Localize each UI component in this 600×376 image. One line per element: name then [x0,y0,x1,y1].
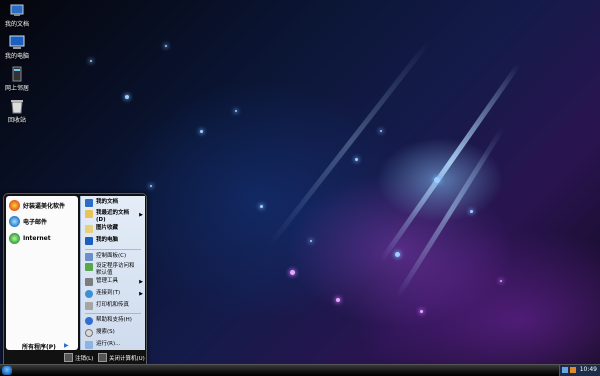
chevron-right-icon: ▶ [139,291,143,297]
pinned-item-label: 电子邮件 [23,219,48,226]
network-tray-icon[interactable] [562,367,568,373]
pinned-item-label: Internet [23,235,51,242]
places-item-label: 管理工具 [96,278,119,284]
places-item-label: 运行(R)... [96,341,121,347]
volume-tray-icon[interactable] [570,367,576,373]
start-menu-places-pane: 我的文档 我最近的文档(D) ▶ 图片收藏 我的电脑 控制面板(C) 设定程序访… [80,196,145,350]
places-item-search[interactable]: 搜索(S) [85,329,115,337]
network-places-icon [9,66,25,82]
star-dot [200,130,203,133]
places-item-label: 设定程序访问和默认值 [96,263,135,276]
places-item-connect-to[interactable]: 连接到(T) [85,290,120,298]
menu-separator [85,313,141,314]
control-panel-icon [85,253,93,261]
shutdown-button[interactable]: 关闭计算机(U) [98,353,145,362]
my-pictures-icon [85,225,93,233]
my-documents-icon [9,2,25,18]
email-icon [9,216,20,227]
star-dot [395,252,400,257]
start-menu-footer: 注销(L) 关闭计算机(U) [4,352,146,364]
power-icon [98,353,107,362]
places-item-label: 打印机和传真 [96,302,130,308]
light-streak [379,62,521,263]
system-tray: 10:49 [559,365,600,376]
desktop-icon-label: 回收站 [7,117,26,124]
places-item-my-pictures[interactable]: 图片收藏 [85,225,118,233]
places-item-label: 我的电脑 [96,237,119,243]
logoff-icon [64,353,73,362]
star-dot [290,270,295,275]
all-programs-button[interactable]: 所有程序(P) [22,342,56,351]
pinned-item-beautify[interactable]: 好装逼美化软件 [9,200,65,211]
desktop-icon-recycle-bin[interactable]: 回收站 [0,98,34,124]
places-item-recent-documents[interactable]: 我最近的文档(D) [85,210,141,223]
search-icon [85,329,93,337]
recent-documents-icon [85,210,93,218]
internet-icon [9,233,20,244]
recycle-bin-icon [9,98,25,114]
my-computer-icon [9,34,25,50]
taskbar: 10:49 [0,364,600,376]
star-dot [336,298,340,302]
logoff-label: 注销(L) [75,355,94,362]
light-streak [267,38,433,247]
places-item-help[interactable]: 帮助和支持(H) [85,317,132,325]
help-icon [85,317,93,325]
places-item-my-documents[interactable]: 我的文档 [85,199,118,207]
star-dot [165,45,167,47]
places-item-label: 控制面板(C) [96,253,127,259]
my-computer-icon [85,237,93,245]
star-dot [420,310,423,313]
chevron-right-icon: ▶ [139,212,143,218]
places-item-program-defaults[interactable]: 设定程序访问和默认值 [85,263,141,276]
program-defaults-icon [85,263,93,271]
menu-separator [85,249,141,250]
pinned-item-email[interactable]: 电子邮件 [9,216,47,227]
places-item-control-panel[interactable]: 控制面板(C) [85,253,126,261]
places-item-label: 帮助和支持(H) [96,317,132,323]
star-dot [90,60,92,62]
desktop-icon-my-documents[interactable]: 我的文档 [0,2,34,28]
printers-icon [85,302,93,310]
star-dot [150,185,152,187]
run-icon [85,341,93,349]
star-dot [500,280,502,282]
shutdown-label: 关闭计算机(U) [109,355,145,362]
places-item-printers[interactable]: 打印机和传真 [85,302,129,310]
places-item-label: 我的文档 [96,199,119,205]
my-documents-icon [85,199,93,207]
star-dot [310,240,312,242]
chevron-right-icon: ▶ [64,342,69,349]
places-item-admin-tools[interactable]: 管理工具 [85,278,118,286]
places-item-label: 图片收藏 [96,225,119,231]
places-item-run[interactable]: 运行(R)... [85,341,120,349]
star-dot [380,130,382,132]
places-item-label: 我最近的文档(D) [96,210,130,223]
start-menu: 好装逼美化软件 电子邮件 Internet 所有程序(P) ▶ 我的文档 我最近… [3,193,147,365]
star-dot [434,177,440,183]
places-item-label: 连接到(T) [96,290,121,296]
pinned-item-label: 好装逼美化软件 [23,203,66,210]
desktop-icon-network-places[interactable]: 网上邻居 [0,66,34,92]
connect-to-icon [85,290,93,298]
pinned-item-internet[interactable]: Internet [9,233,51,244]
admin-tools-icon [85,278,93,286]
chevron-right-icon: ▶ [139,279,143,285]
desktop-icon-label: 我的文档 [4,21,29,28]
desktop-icon-my-computer[interactable]: 我的电脑 [0,34,34,60]
start-button[interactable] [2,366,12,375]
desktop-icon-label: 网上邻居 [4,85,29,92]
star-dot [235,110,237,112]
star-dot [125,95,129,99]
start-menu-pinned-pane: 好装逼美化软件 电子邮件 Internet 所有程序(P) ▶ [6,196,78,351]
beautify-app-icon [9,200,20,211]
desktop-icon-label: 我的电脑 [4,53,29,60]
star-dot [260,205,263,208]
places-item-my-computer[interactable]: 我的电脑 [85,237,118,245]
clock[interactable]: 10:49 [580,366,597,373]
places-item-label: 搜索(S) [96,329,115,335]
star-dot [355,158,358,161]
star-dot [470,210,473,213]
logoff-button[interactable]: 注销(L) [64,353,93,362]
